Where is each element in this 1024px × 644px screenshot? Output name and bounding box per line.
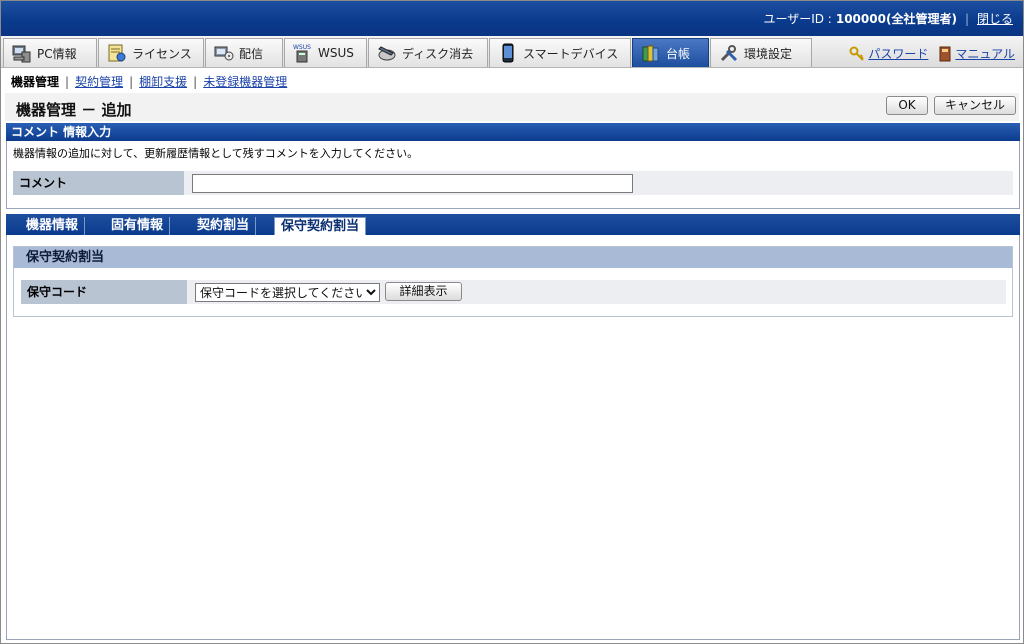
maintenance-code-label: 保守コード <box>21 280 187 304</box>
divider: | <box>65 74 70 89</box>
close-link[interactable]: 閉じる <box>977 10 1013 27</box>
key-icon <box>849 46 865 61</box>
manual-link-label: マニュアル <box>955 47 1015 61</box>
tab-label: WSUS <box>318 46 354 60</box>
tab-label: ライセンス <box>132 46 192 61</box>
subnav-current: 機器管理 <box>11 75 60 89</box>
pc-info-icon <box>12 45 31 63</box>
tab-disk-erase[interactable]: ディスク消去 <box>368 38 488 67</box>
divider: | <box>964 11 969 26</box>
user-info: ユーザーID : 100000(全社管理者) | 閉じる <box>763 10 1013 27</box>
tab-device-info[interactable]: 機器情報 <box>20 217 86 235</box>
maintenance-section: 保守契約割当 保守コード 保守コードを選択してください 詳細表示 <box>13 246 1013 317</box>
tab-label: 配信 <box>239 46 264 61</box>
license-icon <box>108 44 126 62</box>
comment-input[interactable] <box>192 174 633 193</box>
comment-value-cell <box>184 171 1013 195</box>
tab-license[interactable]: ライセンス <box>98 38 204 67</box>
tab-pc-info[interactable]: PC情報 <box>3 38 97 67</box>
maintenance-code-row: 保守コード 保守コードを選択してください 詳細表示 <box>21 280 1006 304</box>
app-window: ユーザーID : 100000(全社管理者) | 閉じる PC情報 ライセンス <box>0 0 1024 644</box>
utility-links: パスワード マニュアル <box>849 45 1015 62</box>
sub-navigation: 機器管理 | 契約管理 | 棚卸支援 | 未登録機器管理 <box>11 73 287 90</box>
tab-settings[interactable]: 環境設定 <box>710 38 812 67</box>
comment-label: コメント <box>13 171 184 195</box>
tab-label: 環境設定 <box>744 46 793 61</box>
tab-contract-assignment[interactable]: 契約割当 <box>191 217 257 235</box>
tab-distribution[interactable]: 配信 <box>205 38 283 67</box>
password-link[interactable]: パスワード <box>849 45 928 62</box>
subnav-contract-management[interactable]: 契約管理 <box>75 73 123 90</box>
wsus-icon: WSUS <box>293 44 311 63</box>
tab-label: スマートデバイス <box>523 46 619 61</box>
main-navigation: PC情報 ライセンス 配信 WSUS WSUS ディスク消去 スマートデバイス … <box>1 36 1023 68</box>
user-id-value: 100000(全社管理者) <box>835 12 957 26</box>
manual-link[interactable]: マニュアル <box>938 45 1015 62</box>
comment-description: 機器情報の追加に対して、更新履歴情報として残すコメントを入力してください。 <box>13 147 419 160</box>
divider: | <box>129 74 134 89</box>
detail-view-button[interactable]: 詳細表示 <box>385 282 462 301</box>
user-id-label: ユーザーID : <box>763 12 832 26</box>
cancel-button[interactable]: キャンセル <box>934 96 1016 115</box>
password-link-label: パスワード <box>868 47 929 61</box>
subnav-unregistered-devices[interactable]: 未登録機器管理 <box>203 73 287 90</box>
tab-unique-info[interactable]: 固有情報 <box>105 217 171 235</box>
disk-erase-icon <box>378 46 396 61</box>
tab-wsus[interactable]: WSUS WSUS <box>284 38 367 67</box>
comment-section: 機器情報の追加に対して、更新履歴情報として残すコメントを入力してください。 コメ… <box>6 141 1020 209</box>
book-icon <box>939 46 951 61</box>
page-title-bar: 機器管理 － 追加 OK キャンセル <box>5 93 1019 121</box>
ledger-icon <box>642 45 659 62</box>
comment-section-header: コメント 情報入力 <box>6 123 1020 141</box>
maintenance-code-select[interactable]: 保守コードを選択してください <box>195 283 380 302</box>
tab-label: ディスク消去 <box>402 46 474 61</box>
top-header: ユーザーID : 100000(全社管理者) | 閉じる <box>1 1 1023 36</box>
tab-smart-device[interactable]: スマートデバイス <box>489 38 631 67</box>
maintenance-section-header: 保守契約割当 <box>14 247 1012 268</box>
smart-device-icon <box>502 43 514 63</box>
page-title: 機器管理 － 追加 <box>16 101 132 119</box>
ok-button[interactable]: OK <box>886 96 928 115</box>
tab-maintenance-assignment[interactable]: 保守契約割当 <box>274 217 367 235</box>
distribution-icon <box>214 46 234 61</box>
maintenance-code-value-cell: 保守コードを選択してください 詳細表示 <box>187 280 1006 304</box>
comment-row: コメント <box>13 171 1013 195</box>
settings-tools-icon <box>720 45 738 62</box>
subnav-inventory-support[interactable]: 棚卸支援 <box>139 73 187 90</box>
sub-tab-bar: 機器情報 固有情報 契約割当 保守契約割当 <box>6 214 1020 235</box>
tab-label: PC情報 <box>37 46 77 61</box>
svg-text:WSUS: WSUS <box>293 44 311 51</box>
tab-label: 台帳 <box>666 46 691 61</box>
divider: | <box>193 74 198 89</box>
tab-ledger[interactable]: 台帳 <box>632 38 709 67</box>
